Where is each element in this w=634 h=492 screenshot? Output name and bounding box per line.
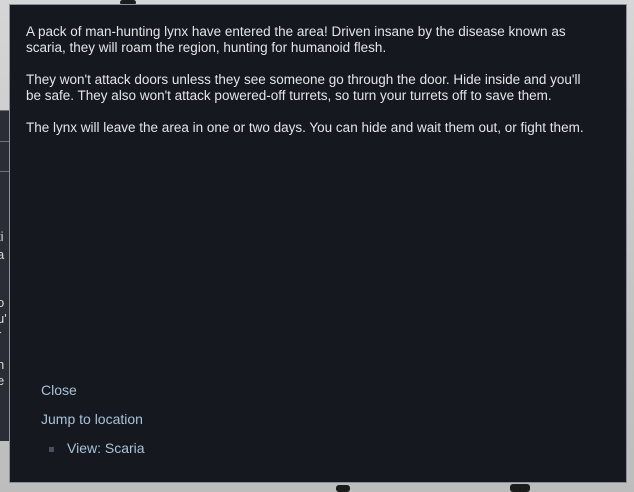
panel-text-fragment: h xyxy=(0,357,5,372)
background-sprite-bottom-left xyxy=(336,485,350,492)
event-paragraph: They won't attack doors unless they see … xyxy=(26,72,581,103)
event-paragraph: The lynx will leave the area in one or t… xyxy=(26,120,584,135)
event-paragraph: A pack of man-hunting lynx have entered … xyxy=(26,24,566,55)
panel-text-fragment: e xyxy=(0,373,5,388)
close-option[interactable]: Close xyxy=(41,381,77,399)
event-dialog: A pack of man-hunting lynx have entered … xyxy=(9,4,627,483)
panel-text-fragment: r xyxy=(0,327,9,343)
panel-text-fragment: a xyxy=(0,247,5,262)
panel-text-fragment: ti xyxy=(0,229,4,244)
panel-text-fragment: u' xyxy=(0,311,7,326)
panel-text-fragment: o xyxy=(0,295,5,310)
view-scaria-option[interactable]: View: Scaria xyxy=(67,439,145,457)
jump-to-location-option[interactable]: Jump to location xyxy=(41,410,143,428)
event-description: A pack of man-hunting lynx have entered … xyxy=(26,24,596,152)
bullet-icon xyxy=(49,447,54,452)
background-sprite-bottom xyxy=(510,484,530,492)
